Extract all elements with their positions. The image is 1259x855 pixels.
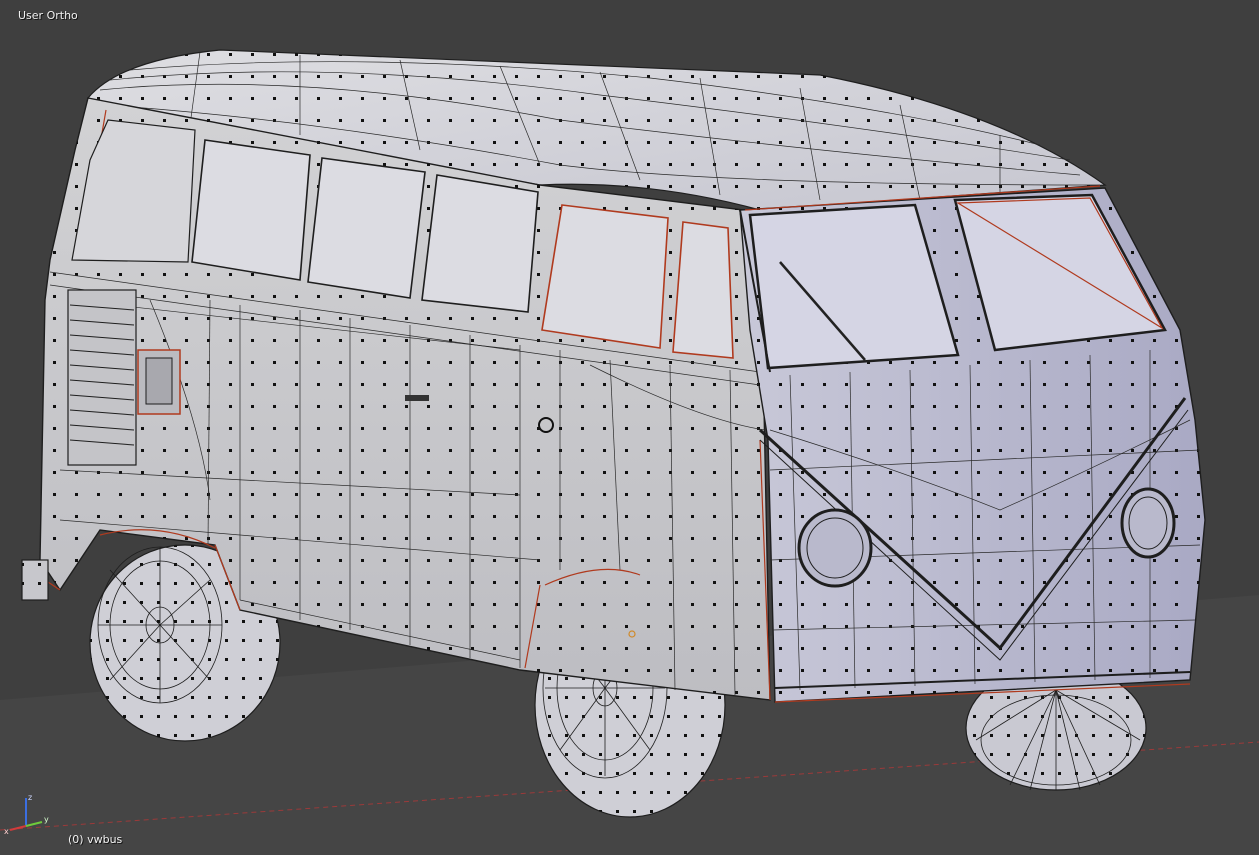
side-window-1 (191, 139, 311, 281)
svg-text:x: x (4, 827, 9, 835)
side-window-2 (307, 157, 426, 299)
headlight-left (797, 508, 873, 588)
headlight-right (1120, 487, 1176, 559)
3d-viewport[interactable]: z x y User Ortho (0) vwbus (0, 0, 1259, 855)
object-info-label: (0) vwbus (68, 833, 123, 846)
svg-text:z: z (28, 793, 32, 802)
svg-text:y: y (44, 815, 49, 824)
scene-canvas[interactable] (0, 0, 1259, 855)
axis-gizmo-icon: z x y (4, 793, 49, 835)
view-name-label: User Ortho (18, 9, 78, 22)
side-window-4 (541, 204, 669, 349)
door-handle (405, 395, 429, 401)
side-window-5 (672, 221, 734, 359)
side-window-3 (421, 174, 539, 313)
